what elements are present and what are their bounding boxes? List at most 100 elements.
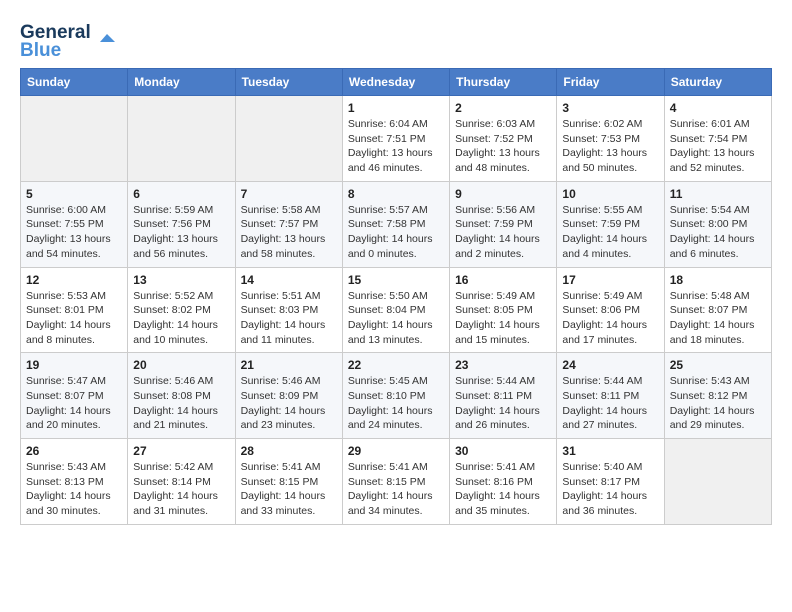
page-header: GeneralBlue <box>20 20 772 60</box>
calendar-week-row: 26 Sunrise: 5:43 AM Sunset: 8:13 PM Dayli… <box>21 439 772 525</box>
day-info: Sunrise: 6:03 AM Sunset: 7:52 PM Dayligh… <box>455 117 551 176</box>
calendar-cell: 12 Sunrise: 5:53 AM Sunset: 8:01 PM Dayli… <box>21 267 128 353</box>
day-info: Sunrise: 5:53 AM Sunset: 8:01 PM Dayligh… <box>26 289 122 348</box>
weekday-header-monday: Monday <box>128 69 235 96</box>
calendar-cell: 10 Sunrise: 5:55 AM Sunset: 7:59 PM Dayli… <box>557 181 664 267</box>
day-info: Sunrise: 6:04 AM Sunset: 7:51 PM Dayligh… <box>348 117 444 176</box>
calendar-cell <box>235 96 342 182</box>
day-info: Sunrise: 5:48 AM Sunset: 8:07 PM Dayligh… <box>670 289 766 348</box>
calendar-cell: 18 Sunrise: 5:48 AM Sunset: 8:07 PM Dayli… <box>664 267 771 353</box>
day-info: Sunrise: 5:50 AM Sunset: 8:04 PM Dayligh… <box>348 289 444 348</box>
day-info: Sunrise: 5:57 AM Sunset: 7:58 PM Dayligh… <box>348 203 444 262</box>
day-number: 24 <box>562 358 658 372</box>
day-info: Sunrise: 5:46 AM Sunset: 8:09 PM Dayligh… <box>241 374 337 433</box>
weekday-header-tuesday: Tuesday <box>235 69 342 96</box>
day-number: 10 <box>562 187 658 201</box>
day-info: Sunrise: 5:52 AM Sunset: 8:02 PM Dayligh… <box>133 289 229 348</box>
day-number: 19 <box>26 358 122 372</box>
day-number: 11 <box>670 187 766 201</box>
day-info: Sunrise: 5:58 AM Sunset: 7:57 PM Dayligh… <box>241 203 337 262</box>
day-number: 12 <box>26 273 122 287</box>
day-info: Sunrise: 6:01 AM Sunset: 7:54 PM Dayligh… <box>670 117 766 176</box>
calendar-cell: 30 Sunrise: 5:41 AM Sunset: 8:16 PM Dayli… <box>450 439 557 525</box>
calendar-cell: 4 Sunrise: 6:01 AM Sunset: 7:54 PM Daylig… <box>664 96 771 182</box>
calendar-cell: 28 Sunrise: 5:41 AM Sunset: 8:15 PM Dayli… <box>235 439 342 525</box>
calendar-cell: 20 Sunrise: 5:46 AM Sunset: 8:08 PM Dayli… <box>128 353 235 439</box>
day-number: 14 <box>241 273 337 287</box>
calendar-cell: 29 Sunrise: 5:41 AM Sunset: 8:15 PM Dayli… <box>342 439 449 525</box>
calendar-cell: 13 Sunrise: 5:52 AM Sunset: 8:02 PM Dayli… <box>128 267 235 353</box>
day-info: Sunrise: 5:44 AM Sunset: 8:11 PM Dayligh… <box>455 374 551 433</box>
calendar-cell: 6 Sunrise: 5:59 AM Sunset: 7:56 PM Daylig… <box>128 181 235 267</box>
weekday-header-thursday: Thursday <box>450 69 557 96</box>
day-number: 4 <box>670 101 766 115</box>
day-number: 6 <box>133 187 229 201</box>
day-number: 17 <box>562 273 658 287</box>
calendar-cell: 25Sunrise: 5:43 AM Sunset: 8:12 PM Dayli… <box>664 353 771 439</box>
day-info: Sunrise: 5:46 AM Sunset: 8:08 PM Dayligh… <box>133 374 229 433</box>
day-number: 16 <box>455 273 551 287</box>
day-number: 31 <box>562 444 658 458</box>
calendar-week-row: 12 Sunrise: 5:53 AM Sunset: 8:01 PM Dayli… <box>21 267 772 353</box>
day-info: Sunrise: 5:40 AM Sunset: 8:17 PM Dayligh… <box>562 460 658 519</box>
day-number: 21 <box>241 358 337 372</box>
day-number: 28 <box>241 444 337 458</box>
calendar-cell: 3 Sunrise: 6:02 AM Sunset: 7:53 PM Daylig… <box>557 96 664 182</box>
day-number: 23 <box>455 358 551 372</box>
calendar-cell: 23 Sunrise: 5:44 AM Sunset: 8:11 PM Dayli… <box>450 353 557 439</box>
day-info: Sunrise: 5:43 AM Sunset: 8:13 PM Dayligh… <box>26 460 122 519</box>
day-info: Sunrise: 5:59 AM Sunset: 7:56 PM Dayligh… <box>133 203 229 262</box>
weekday-header-saturday: Saturday <box>664 69 771 96</box>
day-number: 15 <box>348 273 444 287</box>
day-number: 3 <box>562 101 658 115</box>
calendar-cell <box>664 439 771 525</box>
calendar-cell: 1 Sunrise: 6:04 AM Sunset: 7:51 PM Daylig… <box>342 96 449 182</box>
day-info: Sunrise: 6:02 AM Sunset: 7:53 PM Dayligh… <box>562 117 658 176</box>
calendar-week-row: 19 Sunrise: 5:47 AM Sunset: 8:07 PM Dayli… <box>21 353 772 439</box>
day-number: 9 <box>455 187 551 201</box>
day-info: Sunrise: 5:41 AM Sunset: 8:16 PM Dayligh… <box>455 460 551 519</box>
day-info: Sunrise: 5:41 AM Sunset: 8:15 PM Dayligh… <box>348 460 444 519</box>
day-info: Sunrise: 5:44 AM Sunset: 8:11 PM Dayligh… <box>562 374 658 433</box>
calendar-cell: 27 Sunrise: 5:42 AM Sunset: 8:14 PM Dayli… <box>128 439 235 525</box>
day-info: Sunrise: 5:41 AM Sunset: 8:15 PM Dayligh… <box>241 460 337 519</box>
calendar-cell: 9 Sunrise: 5:56 AM Sunset: 7:59 PM Daylig… <box>450 181 557 267</box>
day-number: 27 <box>133 444 229 458</box>
calendar-cell: 31 Sunrise: 5:40 AM Sunset: 8:17 PM Dayli… <box>557 439 664 525</box>
day-number: 26 <box>26 444 122 458</box>
day-info: Sunrise: 5:56 AM Sunset: 7:59 PM Dayligh… <box>455 203 551 262</box>
calendar-week-row: 5Sunrise: 6:00 AM Sunset: 7:55 PM Daylig… <box>21 181 772 267</box>
calendar-cell: 17Sunrise: 5:49 AM Sunset: 8:06 PM Dayli… <box>557 267 664 353</box>
day-info: Sunrise: 5:45 AM Sunset: 8:10 PM Dayligh… <box>348 374 444 433</box>
day-info: Sunrise: 5:47 AM Sunset: 8:07 PM Dayligh… <box>26 374 122 433</box>
calendar-cell: 22 Sunrise: 5:45 AM Sunset: 8:10 PM Dayli… <box>342 353 449 439</box>
weekday-header-sunday: Sunday <box>21 69 128 96</box>
day-info: Sunrise: 5:49 AM Sunset: 8:05 PM Dayligh… <box>455 289 551 348</box>
calendar-cell: 7 Sunrise: 5:58 AM Sunset: 7:57 PM Daylig… <box>235 181 342 267</box>
day-number: 1 <box>348 101 444 115</box>
day-number: 5 <box>26 187 122 201</box>
logo-full-svg: GeneralBlue <box>20 20 120 60</box>
logo: GeneralBlue <box>20 20 120 60</box>
day-number: 22 <box>348 358 444 372</box>
calendar-cell: 19 Sunrise: 5:47 AM Sunset: 8:07 PM Dayli… <box>21 353 128 439</box>
calendar-cell: 15 Sunrise: 5:50 AM Sunset: 8:04 PM Dayli… <box>342 267 449 353</box>
calendar-cell: 16 Sunrise: 5:49 AM Sunset: 8:05 PM Dayli… <box>450 267 557 353</box>
day-number: 30 <box>455 444 551 458</box>
day-number: 29 <box>348 444 444 458</box>
day-number: 7 <box>241 187 337 201</box>
weekday-header-wednesday: Wednesday <box>342 69 449 96</box>
calendar-table: SundayMondayTuesdayWednesdayThursdayFrid… <box>20 68 772 525</box>
day-number: 8 <box>348 187 444 201</box>
day-info: Sunrise: 5:55 AM Sunset: 7:59 PM Dayligh… <box>562 203 658 262</box>
day-number: 18 <box>670 273 766 287</box>
day-info: Sunrise: 5:43 AM Sunset: 8:12 PM Dayligh… <box>670 374 766 433</box>
day-number: 13 <box>133 273 229 287</box>
day-number: 20 <box>133 358 229 372</box>
day-info: Sunrise: 5:42 AM Sunset: 8:14 PM Dayligh… <box>133 460 229 519</box>
day-info: Sunrise: 5:54 AM Sunset: 8:00 PM Dayligh… <box>670 203 766 262</box>
svg-text:Blue: Blue <box>20 40 61 60</box>
weekday-header-friday: Friday <box>557 69 664 96</box>
calendar-cell: 24 Sunrise: 5:44 AM Sunset: 8:11 PM Dayli… <box>557 353 664 439</box>
calendar-cell: 8 Sunrise: 5:57 AM Sunset: 7:58 PM Daylig… <box>342 181 449 267</box>
